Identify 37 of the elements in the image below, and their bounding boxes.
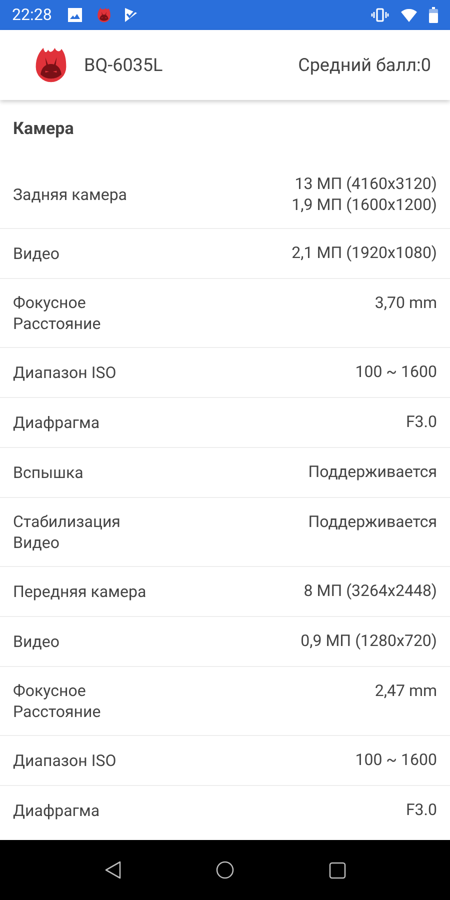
app-logo-icon bbox=[96, 7, 112, 23]
spec-label: Задняя камера bbox=[13, 184, 128, 204]
spec-label: Передняя камера bbox=[13, 581, 146, 602]
spec-value: F3.0 bbox=[406, 411, 437, 432]
spec-value: 2,1 МП (1920x1080) bbox=[292, 242, 437, 263]
spec-label: Стабилизация Видео bbox=[13, 511, 120, 553]
average-score: Средний балл:0 bbox=[298, 54, 431, 78]
spec-value: Поддерживается bbox=[308, 511, 437, 532]
spec-value: 0,9 МП (1280x720) bbox=[300, 630, 437, 651]
spec-label: Диафрагма bbox=[13, 412, 100, 433]
spec-value: Поддерживается bbox=[308, 461, 437, 482]
vibrate-icon bbox=[371, 8, 389, 22]
spec-value: 100 ~ 1600 bbox=[355, 361, 437, 382]
status-time: 22:28 bbox=[12, 4, 52, 26]
spec-value: F3.0 bbox=[406, 799, 437, 820]
spec-label: Фокусное Расстояние bbox=[13, 680, 101, 722]
spec-value: 8 МП (3264x2448) bbox=[304, 580, 437, 601]
spec-value: 2,47 mm bbox=[374, 680, 437, 701]
device-name: BQ-6035L bbox=[84, 54, 163, 78]
spec-value: 13 МП (4160x3120) 1,9 МП (1600x1200) bbox=[292, 173, 437, 215]
spec-label: Видео bbox=[13, 243, 60, 264]
wifi-icon bbox=[401, 8, 417, 22]
spec-label: Диапазон ISO bbox=[13, 362, 116, 383]
battery-icon bbox=[429, 7, 438, 23]
spec-label: Диапазон ISO bbox=[13, 750, 116, 771]
image-icon bbox=[68, 8, 82, 22]
home-icon[interactable] bbox=[216, 861, 234, 879]
spec-label: Фокусное Расстояние bbox=[13, 292, 101, 334]
recent-apps-icon[interactable] bbox=[328, 862, 346, 878]
spec-label: Вспышка bbox=[13, 462, 84, 483]
back-icon[interactable] bbox=[104, 861, 120, 879]
spec-value: 3,70 mm bbox=[374, 292, 437, 313]
spec-value: 100 ~ 1600 bbox=[355, 749, 437, 770]
spec-label: Диафрагма bbox=[13, 800, 100, 821]
check-flag-icon bbox=[124, 8, 138, 22]
spec-label: Видео bbox=[13, 631, 60, 652]
section-title: Камера bbox=[13, 118, 74, 142]
